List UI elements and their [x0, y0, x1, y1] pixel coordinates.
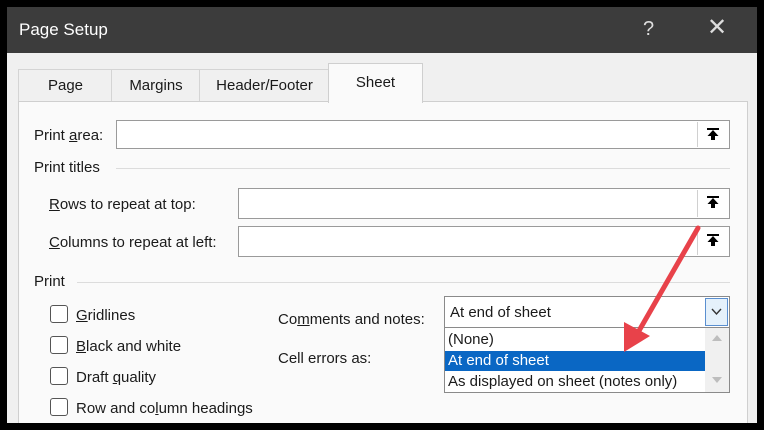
print-area-label: Print area: — [34, 127, 104, 144]
dropdown-scrollbar[interactable] — [705, 328, 729, 392]
tab-margins[interactable]: Margins — [111, 69, 201, 102]
gridlines-label[interactable]: Gridlines — [76, 307, 135, 324]
scroll-up-icon[interactable] — [711, 334, 723, 342]
collapse-dialog-icon[interactable] — [697, 228, 728, 255]
chevron-down-icon[interactable] — [705, 298, 728, 326]
page-setup-dialog: Page Setup ? ✕ Page Margins Header/Foote… — [7, 7, 757, 423]
columns-to-repeat-field[interactable] — [238, 226, 730, 257]
black-and-white-label[interactable]: Black and white — [76, 338, 181, 355]
scroll-down-icon[interactable] — [711, 376, 723, 384]
title-bar: Page Setup ? ✕ — [7, 7, 757, 53]
collapse-dialog-icon[interactable] — [697, 190, 728, 217]
collapse-dialog-icon[interactable] — [697, 122, 728, 147]
columns-to-repeat-label: Columns to repeat at left: — [49, 234, 217, 251]
divider — [116, 168, 730, 169]
tab-header-footer[interactable]: Header/Footer — [199, 69, 330, 102]
divider — [77, 282, 730, 283]
comments-and-notes-label: Comments and notes: — [278, 311, 425, 328]
comments-and-notes-select[interactable]: At end of sheet — [444, 296, 730, 328]
draft-quality-label[interactable]: Draft quality — [76, 369, 156, 386]
rows-to-repeat-label: Rows to repeat at top: — [49, 196, 196, 213]
cell-errors-label: Cell errors as: — [278, 350, 372, 367]
tab-sheet[interactable]: Sheet — [328, 63, 423, 103]
gridlines-checkbox[interactable] — [50, 305, 68, 323]
dropdown-option-at-end-of-sheet[interactable]: At end of sheet — [445, 351, 705, 371]
print-area-field[interactable] — [116, 120, 730, 149]
dropdown-option-as-displayed[interactable]: As displayed on sheet (notes only) — [445, 372, 707, 392]
dialog-title: Page Setup — [19, 20, 108, 39]
draft-quality-checkbox[interactable] — [50, 367, 68, 385]
row-column-headings-label[interactable]: Row and column headings — [76, 400, 253, 417]
tab-page[interactable]: Page — [18, 69, 113, 102]
close-icon[interactable]: ✕ — [707, 16, 727, 40]
dropdown-option-none[interactable]: (None) — [445, 330, 705, 350]
comments-dropdown-list: (None) At end of sheet As displayed on s… — [444, 327, 730, 393]
row-column-headings-checkbox[interactable] — [50, 398, 68, 416]
rows-to-repeat-field[interactable] — [238, 188, 730, 219]
black-and-white-checkbox[interactable] — [50, 336, 68, 354]
print-heading: Print — [34, 273, 65, 290]
print-titles-heading: Print titles — [34, 159, 100, 176]
help-icon[interactable]: ? — [643, 18, 654, 41]
comments-selected-value: At end of sheet — [450, 304, 551, 321]
